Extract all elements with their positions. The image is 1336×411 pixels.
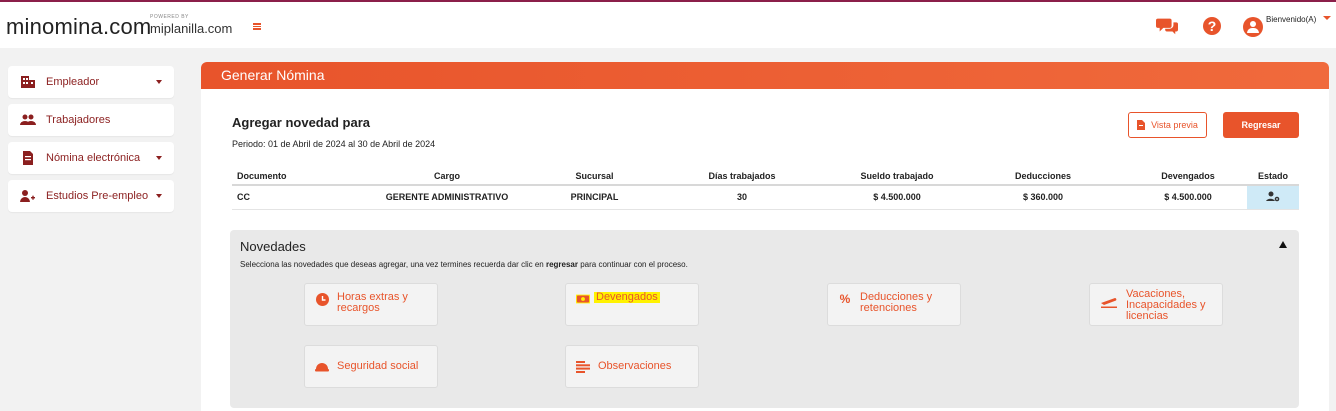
powered-by: POWERED BY miplanilla.com (150, 14, 233, 36)
user-menu-chevron-down-icon[interactable] (1323, 16, 1331, 20)
table-row: CC GERENTE ADMINISTRATIVO PRINCIPAL 30 $… (232, 185, 1299, 210)
cell-cargo: GERENTE ADMINISTRATIVO (352, 185, 542, 210)
powered-by-label: POWERED BY (150, 14, 189, 20)
chevron-down-icon (156, 156, 162, 160)
vacaciones-label: Vacaciones, Incapacidades y licencias (1126, 288, 1206, 322)
vista-previa-button[interactable]: Vista previa (1128, 112, 1207, 138)
cell-documento: CC (232, 185, 352, 210)
building-icon (20, 75, 36, 89)
sidebar-item-label: Empleador (46, 76, 100, 88)
column-header: Sueldo trabajado (837, 167, 957, 186)
cell-dias: 30 (647, 185, 837, 210)
observaciones-label: Observaciones (598, 360, 672, 372)
column-header: Deducciones (957, 167, 1129, 186)
sidebar-item-label: Trabajadores (46, 114, 111, 126)
devengados-label: Devengados (594, 291, 660, 303)
cell-sueldo: $ 4.500.000 (837, 185, 957, 210)
novedades-description: Selecciona las novedades que deseas agre… (240, 260, 688, 269)
users-icon (20, 113, 36, 127)
user-settings-icon[interactable] (1266, 191, 1280, 202)
user-plus-icon (20, 189, 36, 203)
observaciones-button[interactable]: Observaciones (565, 345, 699, 388)
sidebar-item-nomina-electronica[interactable]: Nómina electrónica (8, 142, 174, 174)
cell-deducciones: $ 360.000 (957, 185, 1129, 210)
column-header: Documento (232, 167, 352, 186)
sidebar-item-empleador[interactable]: Empleador (8, 66, 174, 98)
periodo-label: Periodo: 01 de Abril de 2024 al 30 de Ab… (232, 139, 436, 149)
employee-summary-table: Documento Cargo Sucursal Días trabajados… (232, 167, 1299, 210)
document-icon (20, 151, 36, 165)
horas-extras-label: Horas extras y recargos (337, 291, 408, 314)
table-header-row: Documento Cargo Sucursal Días trabajados… (232, 167, 1299, 186)
deducciones-label: Deducciones y retenciones (860, 291, 933, 314)
seguridad-social-label: Seguridad social (337, 360, 419, 372)
agregar-novedad-label: Agregar novedad para (232, 115, 370, 130)
main-card: Generar Nómina Agregar novedad para Peri… (201, 62, 1329, 411)
regresar-button[interactable]: Regresar (1223, 112, 1299, 138)
percent-icon: % (839, 291, 851, 306)
seguridad-social-button[interactable]: Seguridad social (304, 345, 438, 388)
column-header: Sucursal (542, 167, 647, 186)
user-avatar-icon[interactable] (1243, 17, 1263, 37)
hard-hat-icon (315, 360, 329, 374)
vacaciones-button[interactable]: Vacaciones, Incapacidades y licencias (1089, 283, 1223, 326)
deducciones-button[interactable]: % Deducciones y retenciones (827, 283, 961, 326)
horas-extras-button[interactable]: Horas extras y recargos (304, 283, 438, 326)
cell-sucursal: PRINCIPAL (542, 185, 647, 210)
welcome-label[interactable]: Bienvenido(A) (1266, 15, 1316, 24)
notes-icon (576, 360, 590, 374)
money-icon (576, 292, 590, 306)
column-header: Estado (1247, 167, 1299, 186)
devengados-button[interactable]: Devengados (565, 283, 699, 326)
vista-previa-label: Vista previa (1151, 120, 1198, 130)
chat-icon[interactable] (1156, 15, 1178, 37)
column-header: Días trabajados (647, 167, 837, 186)
collapse-toggle-icon[interactable] (1279, 241, 1287, 248)
page-title: Generar Nómina (201, 62, 1329, 89)
novedades-title: Novedades (240, 239, 306, 254)
column-header: Devengados (1129, 167, 1247, 186)
chevron-down-icon (156, 194, 162, 198)
sidebar: Empleador Trabajadores Nómina electrónic… (8, 66, 174, 218)
top-bar: minomina.com POWERED BY miplanilla.com ?… (0, 0, 1336, 48)
airplane-icon (1100, 295, 1118, 309)
pdf-file-icon (1137, 120, 1146, 130)
sidebar-item-label: Nómina electrónica (46, 152, 141, 164)
app-logo[interactable]: minomina.com (6, 14, 151, 40)
sidebar-item-label: Estudios Pre-empleo (46, 190, 149, 202)
sidebar-item-trabajadores[interactable]: Trabajadores (8, 104, 174, 136)
column-header: Cargo (352, 167, 542, 186)
clock-icon (315, 292, 329, 306)
novedades-panel: Novedades Selecciona las novedades que d… (230, 230, 1299, 408)
menu-toggle-icon[interactable] (253, 23, 261, 30)
sidebar-item-estudios-pre-empleo[interactable]: Estudios Pre-empleo (8, 180, 174, 212)
chevron-down-icon (156, 80, 162, 84)
cell-devengados: $ 4.500.000 (1129, 185, 1247, 210)
help-icon[interactable]: ? (1203, 17, 1221, 35)
cell-estado[interactable] (1247, 185, 1299, 210)
partner-brand: miplanilla.com (150, 21, 233, 36)
